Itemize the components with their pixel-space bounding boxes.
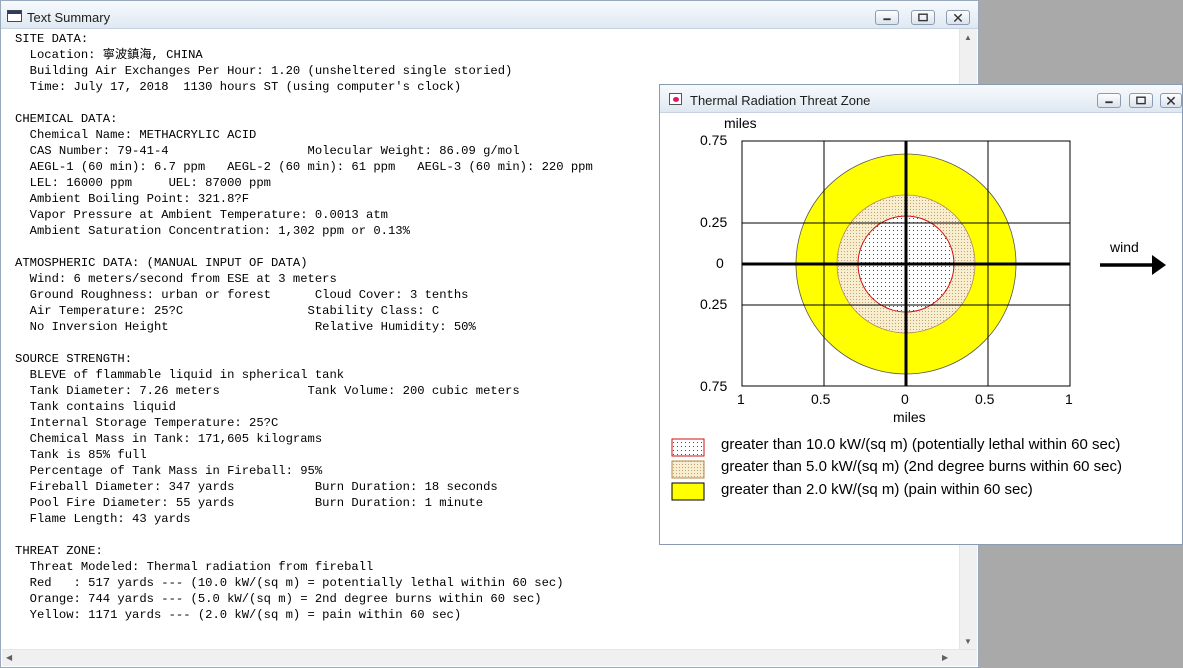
maximize-icon xyxy=(918,13,928,22)
legend-red-swatch xyxy=(671,438,705,457)
scroll-right-icon[interactable]: ▶ xyxy=(942,653,948,663)
x-tick-left-mid: 0.5 xyxy=(811,391,831,407)
scroll-down-icon[interactable]: ▼ xyxy=(964,637,972,647)
legend-yellow-label: greater than 2.0 kW/(sq m) (pain within … xyxy=(721,481,1033,498)
legend-yellow-swatch xyxy=(671,482,705,501)
threat-zone-plot xyxy=(671,140,1166,501)
summary-line: SITE DATA: xyxy=(15,32,89,46)
legend-orange-swatch xyxy=(671,460,705,479)
summary-line: Threat Modeled: Thermal radiation from f… xyxy=(15,560,374,574)
x-tick-right-mid: 0.5 xyxy=(975,391,995,407)
x-tick-left: 1 xyxy=(737,391,745,407)
summary-line: Orange: 744 yards --- (5.0 kW/(sq m) = 2… xyxy=(15,592,542,606)
legend-red-label: greater than 10.0 kW/(sq m) (potentially… xyxy=(721,436,1121,453)
y-tick-top: 0.75 xyxy=(700,132,728,148)
legend-swatches xyxy=(671,438,705,501)
scroll-up-icon[interactable]: ▲ xyxy=(964,33,972,43)
y-tick-upper: 0.25 xyxy=(700,214,728,230)
wind-arrow-icon xyxy=(1100,255,1166,275)
summary-line: Building Air Exchanges Per Hour: 1.20 (u… xyxy=(15,64,513,78)
minimize-button[interactable] xyxy=(875,10,899,25)
close-icon xyxy=(953,13,963,23)
summary-line: Location: 寧波鎮海, CHINA xyxy=(15,48,203,62)
wind-label: wind xyxy=(1110,239,1139,255)
threat-zone-window: Thermal Radiation Threat Zone miles 0.75… xyxy=(659,84,1183,545)
minimize-icon xyxy=(883,18,891,21)
text-summary-title: Text Summary xyxy=(27,10,111,25)
x-axis-unit-label: miles xyxy=(893,409,926,425)
scroll-left-icon[interactable]: ◀ xyxy=(6,653,12,663)
close-button[interactable] xyxy=(946,10,970,25)
summary-line: Yellow: 1171 yards --- (2.0 kW/(sq m) = … xyxy=(15,608,462,622)
text-summary-title-bar[interactable]: Text Summary xyxy=(1,1,978,29)
horizontal-scrollbar[interactable]: ◀ ▶ xyxy=(2,649,977,666)
legend-orange-label: greater than 5.0 kW/(sq m) (2nd degree b… xyxy=(721,458,1123,475)
x-tick-right: 1 xyxy=(1065,391,1073,407)
y-tick-lower: 0.25 xyxy=(700,296,728,312)
summary-line: Red : 517 yards --- (10.0 kW/(sq m) = po… xyxy=(15,576,564,590)
y-axis-unit-label: miles xyxy=(724,115,757,131)
x-tick-center: 0 xyxy=(901,391,909,407)
y-tick-bottom: 0.75 xyxy=(700,378,728,394)
y-tick-zero: 0 xyxy=(716,255,724,271)
app-window-icon xyxy=(7,10,22,22)
maximize-button[interactable] xyxy=(911,10,935,25)
